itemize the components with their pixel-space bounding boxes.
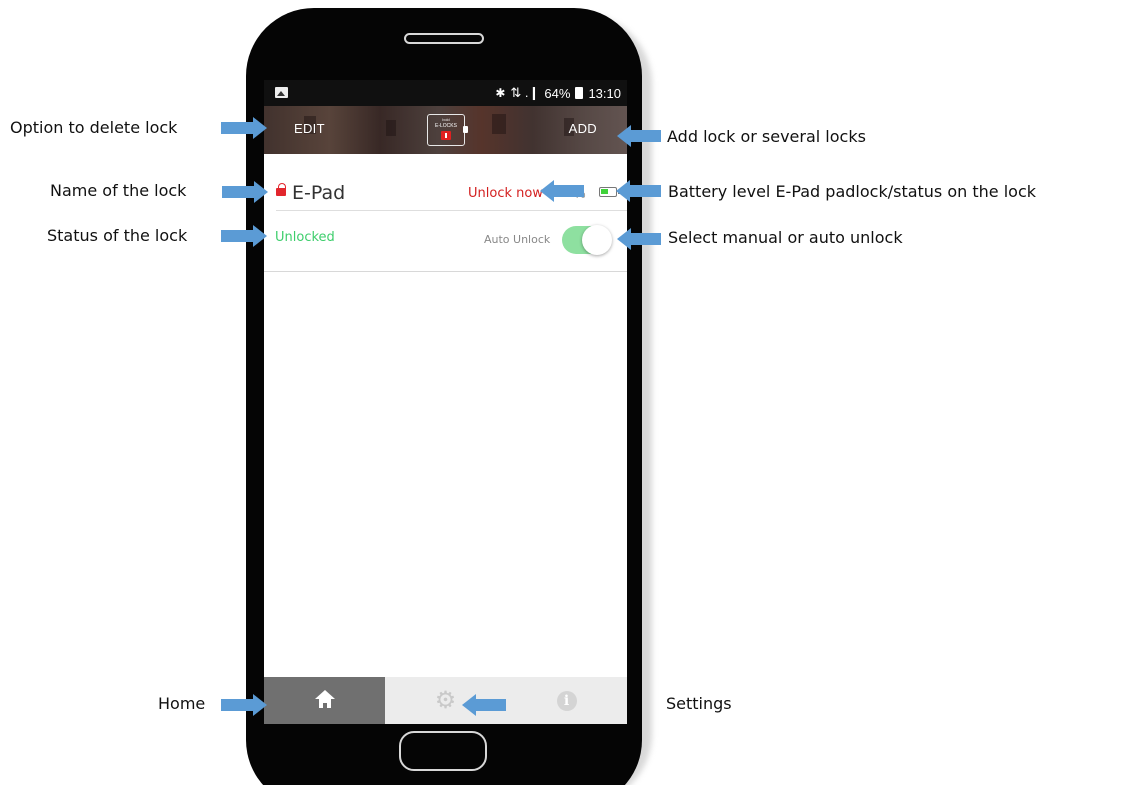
hardware-home-button[interactable] xyxy=(399,731,487,771)
signal-icon: ⇅ .❙ xyxy=(510,85,540,100)
nav-home-tab[interactable] xyxy=(264,677,385,724)
arrow-left-icon xyxy=(616,180,661,202)
key-icon xyxy=(441,131,451,140)
annotation-lock-status: Status of the lock xyxy=(47,226,188,245)
phone-screen: ✱ ⇅ .❙ 64% 13:10 EDIT bold E-LOCKS ADD E… xyxy=(264,80,627,724)
lock-name: E-Pad xyxy=(292,182,346,204)
clock: 13:10 xyxy=(588,85,621,101)
info-icon: i xyxy=(556,690,577,711)
arrow-right-icon xyxy=(221,225,267,247)
lock-status: Unlocked xyxy=(275,230,335,245)
logo-text: E-LOCKS xyxy=(435,123,457,129)
battery-percent: 64% xyxy=(544,85,571,101)
lock-list-item[interactable]: E-Pad Unlock now % Unlocked Auto Unlock xyxy=(264,154,627,272)
toggle-knob xyxy=(582,225,612,255)
lock-battery-fill xyxy=(601,189,608,194)
speaker-grill xyxy=(404,33,484,44)
annotation-settings: Settings xyxy=(666,694,732,713)
arrow-left-icon xyxy=(617,228,661,250)
nav-info-tab[interactable]: i xyxy=(506,677,627,724)
logo-small-text: bold xyxy=(442,117,450,122)
lock-battery-icon xyxy=(599,187,620,197)
add-button[interactable]: ADD xyxy=(569,121,597,136)
logo-tick xyxy=(463,126,468,133)
arrow-right-icon xyxy=(221,117,267,139)
arrow-right-icon xyxy=(222,181,268,203)
annotation-auto-unlock: Select manual or auto unlock xyxy=(668,228,903,247)
battery-icon xyxy=(575,87,584,99)
status-indicators: ✱ ⇅ .❙ 64% 13:10 xyxy=(495,85,621,101)
divider xyxy=(276,210,627,211)
status-bar: ✱ ⇅ .❙ 64% 13:10 xyxy=(264,80,627,106)
arrow-right-icon xyxy=(221,694,267,716)
annotation-add-lock: Add lock or several locks xyxy=(667,127,866,146)
arrow-left-icon xyxy=(617,125,661,147)
elocks-logo: bold E-LOCKS xyxy=(427,114,468,146)
gallery-notification-icon xyxy=(275,87,288,98)
annotation-lock-name: Name of the lock xyxy=(50,181,187,200)
annotation-battery: Battery level E-Pad padlock/status on th… xyxy=(668,182,1037,201)
app-bar: EDIT bold E-LOCKS ADD xyxy=(264,106,627,154)
arrow-left-icon xyxy=(462,694,506,716)
arrow-left-icon xyxy=(540,180,584,202)
bottom-nav: ⚙ i xyxy=(264,677,627,724)
gear-icon: ⚙ xyxy=(434,686,457,714)
annotation-delete-lock: Option to delete lock xyxy=(10,118,178,137)
auto-unlock-toggle[interactable] xyxy=(562,222,612,256)
padlock-open-icon xyxy=(276,183,286,196)
home-icon xyxy=(314,689,335,708)
bluetooth-icon: ✱ xyxy=(495,86,506,100)
edit-button[interactable]: EDIT xyxy=(294,121,325,136)
annotation-home: Home xyxy=(158,694,206,713)
auto-unlock-label: Auto Unlock xyxy=(484,233,551,246)
unlock-now-button[interactable]: Unlock now xyxy=(468,186,543,201)
